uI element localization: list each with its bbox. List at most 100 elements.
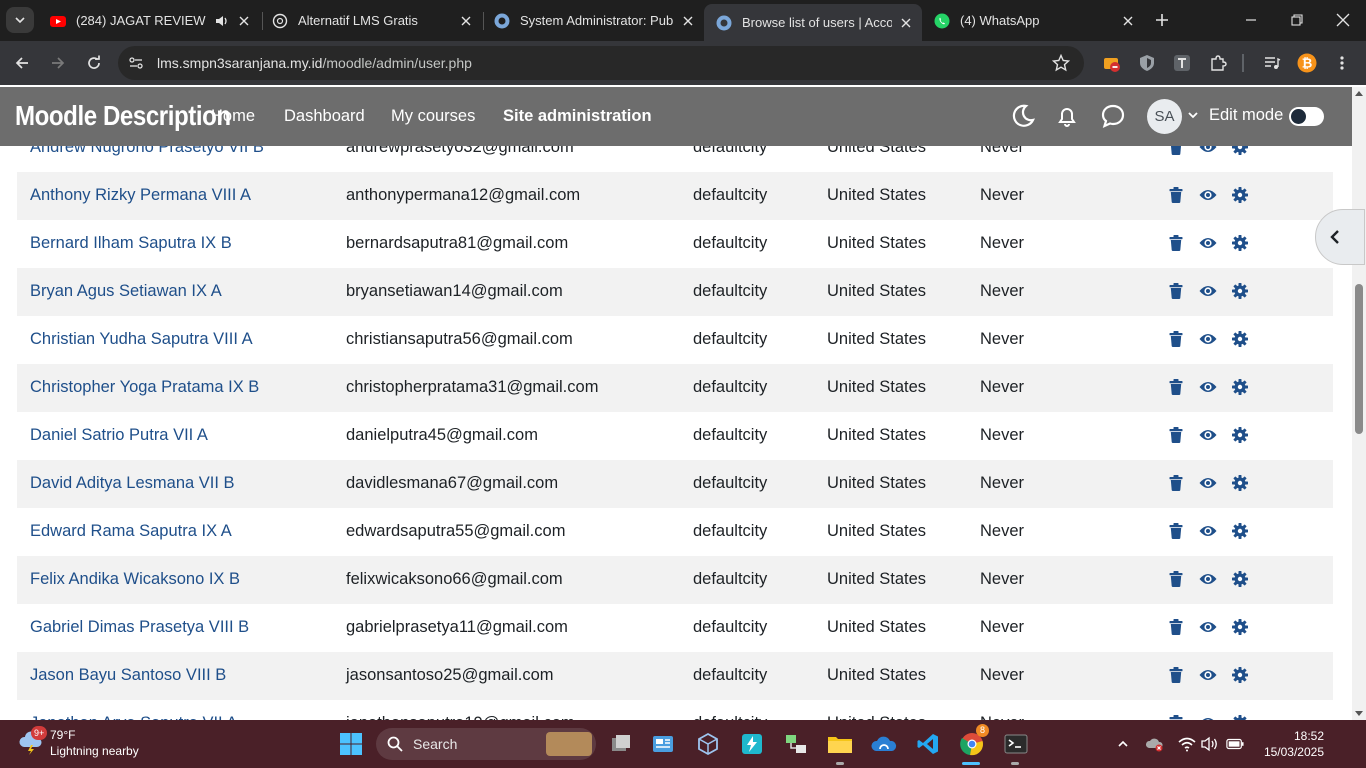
gear-icon[interactable]: [1231, 522, 1249, 540]
user-fullname-link[interactable]: Daniel Satrio Putra VII A: [30, 426, 208, 445]
gear-icon[interactable]: [1231, 474, 1249, 492]
chrome-icon[interactable]: 8: [958, 724, 990, 758]
eye-icon[interactable]: [1199, 378, 1217, 396]
gear-icon[interactable]: [1231, 426, 1249, 444]
virtualbox-icon[interactable]: [694, 730, 722, 758]
gear-icon[interactable]: [1231, 618, 1249, 636]
eye-icon[interactable]: [1199, 426, 1217, 444]
user-fullname-link[interactable]: Andrew Nugroho Prasetyo VII B: [30, 146, 264, 157]
user-fullname-link[interactable]: David Aditya Lesmana VII B: [30, 474, 235, 493]
gear-icon[interactable]: [1231, 282, 1249, 300]
scroll-down-arrow-icon[interactable]: [1355, 711, 1363, 717]
close-icon[interactable]: [1120, 13, 1136, 29]
close-icon[interactable]: [236, 13, 252, 29]
close-icon[interactable]: [458, 13, 474, 29]
gear-icon[interactable]: [1231, 570, 1249, 588]
trash-icon[interactable]: [1167, 570, 1185, 588]
new-tab-button[interactable]: [1150, 8, 1174, 32]
task-view-icon[interactable]: [607, 730, 635, 758]
gear-icon[interactable]: [1231, 330, 1249, 348]
user-fullname-link[interactable]: Felix Andika Wicaksono IX B: [30, 570, 240, 589]
t-extension-icon[interactable]: [1172, 53, 1192, 73]
tab-youtube[interactable]: (284) JAGAT REVIEW BERI: [38, 4, 260, 37]
open-block-drawer-button[interactable]: [1315, 209, 1365, 265]
extensions-puzzle-icon[interactable]: [1208, 53, 1228, 73]
restore-button[interactable]: [1274, 0, 1320, 40]
trash-icon[interactable]: [1167, 330, 1185, 348]
close-icon[interactable]: [680, 13, 696, 29]
taskbar-search[interactable]: Search: [376, 728, 596, 760]
trash-icon[interactable]: [1167, 426, 1185, 444]
trash-icon[interactable]: [1167, 282, 1185, 300]
notifications-bell-icon[interactable]: [1054, 103, 1080, 129]
trash-icon[interactable]: [1167, 618, 1185, 636]
user-menu-chevron-icon[interactable]: [1183, 105, 1203, 125]
network-app-icon[interactable]: [782, 730, 810, 758]
dark-mode-moon-icon[interactable]: [1010, 103, 1036, 129]
vscode-icon[interactable]: [914, 730, 942, 758]
close-icon[interactable]: [898, 15, 914, 31]
user-fullname-link[interactable]: Jason Bayu Santoso VIII B: [30, 666, 226, 685]
power-automate-icon[interactable]: [738, 730, 766, 758]
browser-menu-icon[interactable]: [1332, 53, 1352, 73]
tab-system-admin[interactable]: System Administrator: Public: [482, 4, 704, 37]
nav-home[interactable]: Home: [211, 107, 255, 126]
user-fullname-link[interactable]: Gabriel Dimas Prasetya VIII B: [30, 618, 249, 637]
messages-chat-icon[interactable]: [1100, 103, 1126, 129]
onedrive-offline-icon[interactable]: [1146, 735, 1164, 753]
user-fullname-link[interactable]: Bernard Ilham Saputra IX B: [30, 234, 232, 253]
eye-icon[interactable]: [1199, 570, 1217, 588]
eye-icon[interactable]: [1199, 474, 1217, 492]
tab-browse-users[interactable]: Browse list of users | Accoun: [704, 4, 922, 41]
tab-whatsapp[interactable]: (4) WhatsApp: [922, 4, 1144, 37]
terminal-icon[interactable]: [1002, 730, 1030, 758]
eye-icon[interactable]: [1199, 146, 1217, 156]
user-avatar[interactable]: SA: [1147, 99, 1182, 134]
gear-icon[interactable]: [1231, 378, 1249, 396]
user-fullname-link[interactable]: Edward Rama Saputra IX A: [30, 522, 232, 541]
gear-icon[interactable]: [1231, 234, 1249, 252]
weather-widget[interactable]: 9+ 79°F Lightning nearby: [14, 726, 164, 762]
scrollbar-thumb[interactable]: [1355, 284, 1363, 434]
volume-icon[interactable]: [1201, 735, 1219, 753]
widgets-app-icon[interactable]: [649, 730, 677, 758]
forward-button[interactable]: [46, 51, 70, 75]
start-windows-icon[interactable]: [337, 730, 365, 758]
nav-site-administration[interactable]: Site administration: [503, 107, 652, 126]
user-fullname-link[interactable]: Christian Yudha Saputra VIII A: [30, 330, 253, 349]
trash-icon[interactable]: [1167, 234, 1185, 252]
user-fullname-link[interactable]: Anthony Rizky Permana VIII A: [30, 186, 251, 205]
address-bar[interactable]: lms.smpn3saranjana.my.id/moodle/admin/us…: [118, 46, 1084, 80]
trash-icon[interactable]: [1167, 522, 1185, 540]
page-scrollbar[interactable]: [1352, 87, 1366, 720]
trash-icon[interactable]: [1167, 146, 1185, 156]
media-control-icon[interactable]: [1262, 53, 1282, 73]
gear-icon[interactable]: [1231, 146, 1249, 156]
nav-my-courses[interactable]: My courses: [391, 107, 475, 126]
eye-icon[interactable]: [1199, 186, 1217, 204]
eye-icon[interactable]: [1199, 666, 1217, 684]
gear-icon[interactable]: [1231, 186, 1249, 204]
ad-blocker-extension-icon[interactable]: [1102, 53, 1122, 73]
site-name[interactable]: Moodle Description: [15, 100, 231, 132]
eye-icon[interactable]: [1199, 618, 1217, 636]
eye-icon[interactable]: [1199, 522, 1217, 540]
eye-icon[interactable]: [1199, 234, 1217, 252]
bitcoin-extension-icon[interactable]: ₿: [1297, 53, 1317, 73]
back-button[interactable]: [10, 51, 34, 75]
edit-mode-toggle[interactable]: [1289, 107, 1324, 126]
gear-icon[interactable]: [1231, 666, 1249, 684]
battery-icon[interactable]: [1226, 735, 1244, 753]
system-clock[interactable]: 18:52 15/03/2025: [1252, 728, 1324, 760]
bookmark-star-icon[interactable]: [1052, 54, 1070, 72]
eye-icon[interactable]: [1199, 330, 1217, 348]
trash-icon[interactable]: [1167, 186, 1185, 204]
close-window-button[interactable]: [1320, 0, 1366, 40]
minimize-button[interactable]: [1228, 0, 1274, 40]
user-fullname-link[interactable]: Bryan Agus Setiawan IX A: [30, 282, 222, 301]
site-settings-icon[interactable]: [128, 55, 144, 71]
trash-icon[interactable]: [1167, 378, 1185, 396]
wifi-icon[interactable]: [1178, 735, 1196, 753]
cloud-app-icon[interactable]: [870, 730, 898, 758]
nav-dashboard[interactable]: Dashboard: [284, 107, 365, 126]
